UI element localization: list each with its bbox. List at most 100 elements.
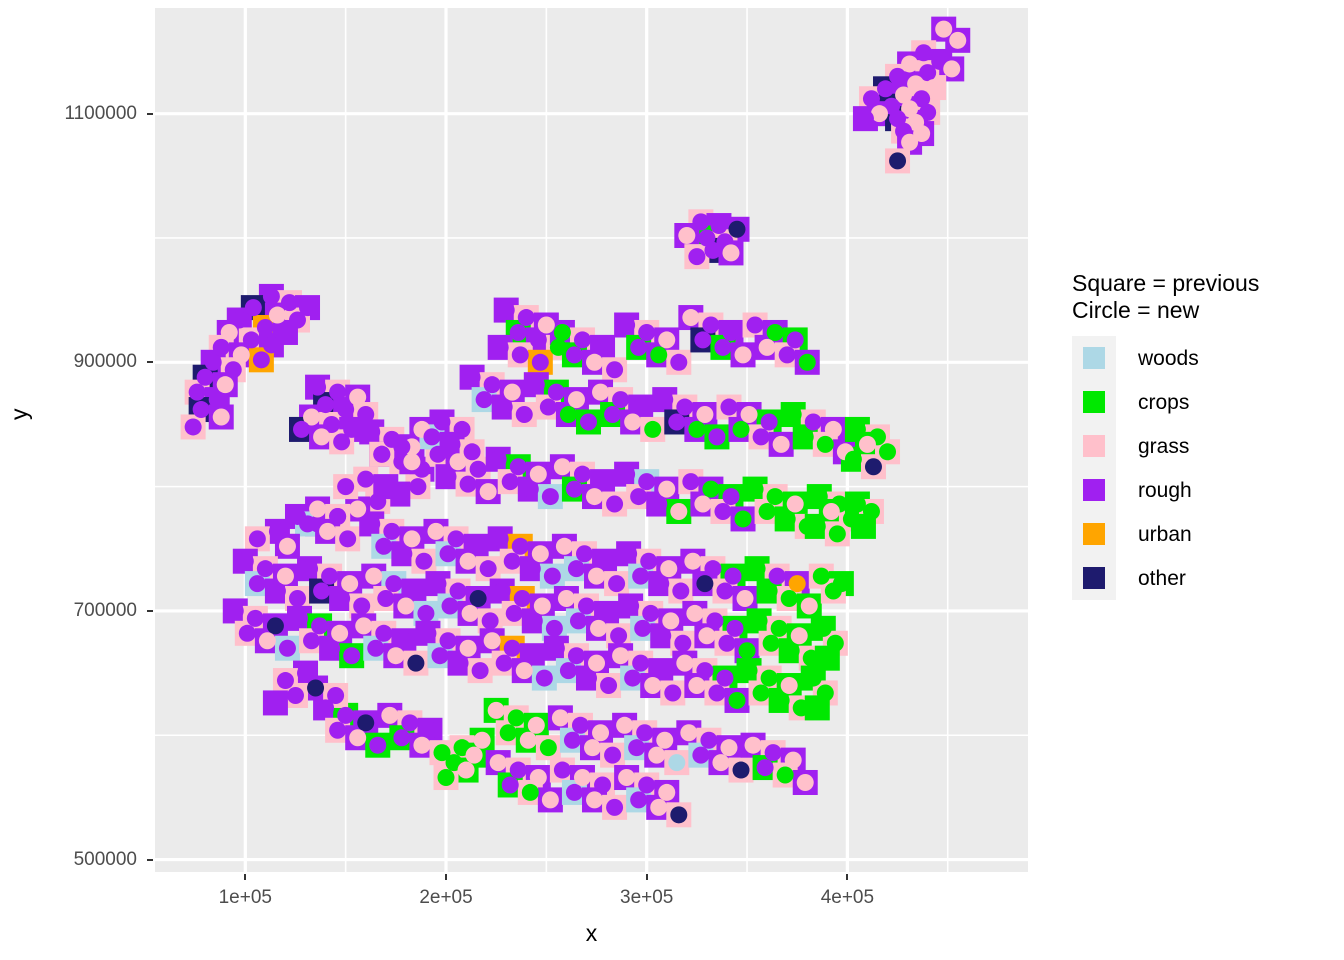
legend-item-urban[interactable]: urban [1072, 512, 1334, 556]
new-class-marker [401, 714, 419, 732]
new-class-marker [618, 465, 636, 483]
new-class-marker [856, 110, 874, 128]
new-class-marker [349, 388, 367, 406]
new-class-marker [212, 408, 230, 426]
new-class-marker [278, 537, 296, 555]
legend-label-rough: rough [1138, 478, 1192, 502]
legend-swatch-urban [1083, 523, 1105, 545]
new-class-marker [286, 686, 304, 704]
new-class-marker [280, 294, 298, 312]
new-class-marker [744, 736, 762, 754]
new-class-marker [533, 597, 551, 615]
new-class-marker [421, 721, 439, 739]
new-class-marker [457, 761, 475, 779]
new-class-marker [756, 759, 774, 777]
legend-swatch-cell [1072, 468, 1116, 512]
new-class-marker [652, 575, 670, 593]
legend-item-other[interactable]: other [1072, 556, 1334, 600]
legend-label-crops: crops [1138, 390, 1190, 414]
new-class-marker [547, 639, 565, 657]
new-class-marker [818, 649, 836, 667]
new-class-marker [559, 406, 577, 424]
new-class-marker [567, 560, 585, 578]
new-class-marker [431, 647, 449, 665]
new-class-marker [726, 619, 744, 637]
new-class-marker [539, 398, 557, 416]
legend-item-grass[interactable]: grass [1072, 424, 1334, 468]
new-class-marker [722, 323, 740, 341]
legend-item-woods[interactable]: woods [1072, 336, 1334, 380]
new-class-marker [889, 67, 907, 85]
legend-swatch-woods [1083, 347, 1105, 369]
new-class-marker [706, 612, 724, 630]
x-tick-mark [645, 874, 648, 880]
new-class-marker [864, 458, 882, 476]
new-class-marker [543, 567, 561, 585]
new-class-marker [363, 515, 381, 533]
new-class-marker [716, 669, 734, 687]
new-class-marker [702, 316, 720, 334]
new-class-marker [592, 724, 610, 742]
new-class-marker [553, 458, 571, 476]
new-class-marker [616, 716, 634, 734]
new-class-marker [276, 567, 294, 585]
new-class-marker [854, 517, 872, 535]
new-class-marker [541, 791, 559, 809]
new-class-marker [383, 522, 401, 540]
new-class-marker [828, 525, 846, 543]
new-class-marker [598, 604, 616, 622]
new-class-marker [814, 619, 832, 637]
new-class-marker [752, 428, 770, 446]
legend-item-rough[interactable]: rough [1072, 468, 1334, 512]
new-class-marker [632, 654, 650, 672]
new-class-marker [268, 582, 286, 600]
new-class-marker [714, 338, 732, 356]
new-class-marker [790, 627, 808, 645]
new-class-marker [822, 502, 840, 520]
y-axis-title: y [6, 408, 32, 421]
new-class-marker [469, 460, 487, 478]
legend-item-crops[interactable]: crops [1072, 380, 1334, 424]
new-class-marker [796, 428, 814, 446]
new-class-marker [702, 480, 720, 498]
x-tick-mark [445, 874, 447, 880]
new-class-marker [208, 391, 226, 409]
new-class-marker [557, 590, 575, 608]
new-class-marker [622, 597, 640, 615]
new-class-marker [668, 754, 686, 772]
new-class-marker [439, 545, 457, 563]
new-class-marker [238, 624, 256, 642]
new-class-marker [266, 617, 284, 635]
new-class-marker [357, 470, 375, 488]
new-class-marker [509, 323, 527, 341]
new-class-marker [949, 31, 967, 49]
new-class-marker [323, 639, 341, 657]
new-class-marker [824, 582, 842, 600]
new-class-marker [469, 590, 487, 608]
new-class-marker [311, 617, 329, 635]
new-class-marker [800, 597, 818, 615]
x-tick-mark [846, 874, 849, 880]
new-class-marker [682, 473, 700, 491]
new-class-marker [459, 639, 477, 657]
new-class-marker [463, 443, 481, 461]
x-tick-label: 4e+05 [820, 887, 875, 908]
new-class-marker [369, 736, 387, 754]
new-class-marker [660, 560, 678, 578]
plot-panel [155, 8, 1028, 872]
new-class-marker [782, 642, 800, 660]
new-class-marker [393, 438, 411, 456]
new-class-marker [658, 331, 676, 349]
new-class-marker [511, 537, 529, 555]
new-class-marker [461, 604, 479, 622]
new-class-marker [373, 445, 391, 463]
new-class-marker [596, 552, 614, 570]
new-class-marker [268, 306, 286, 324]
new-class-marker [724, 567, 742, 585]
legend-swatch-crops [1083, 391, 1105, 413]
new-class-marker [879, 443, 897, 461]
new-class-marker [816, 684, 834, 702]
new-class-marker [606, 361, 624, 379]
new-class-marker [573, 465, 591, 483]
new-class-marker [513, 590, 531, 608]
